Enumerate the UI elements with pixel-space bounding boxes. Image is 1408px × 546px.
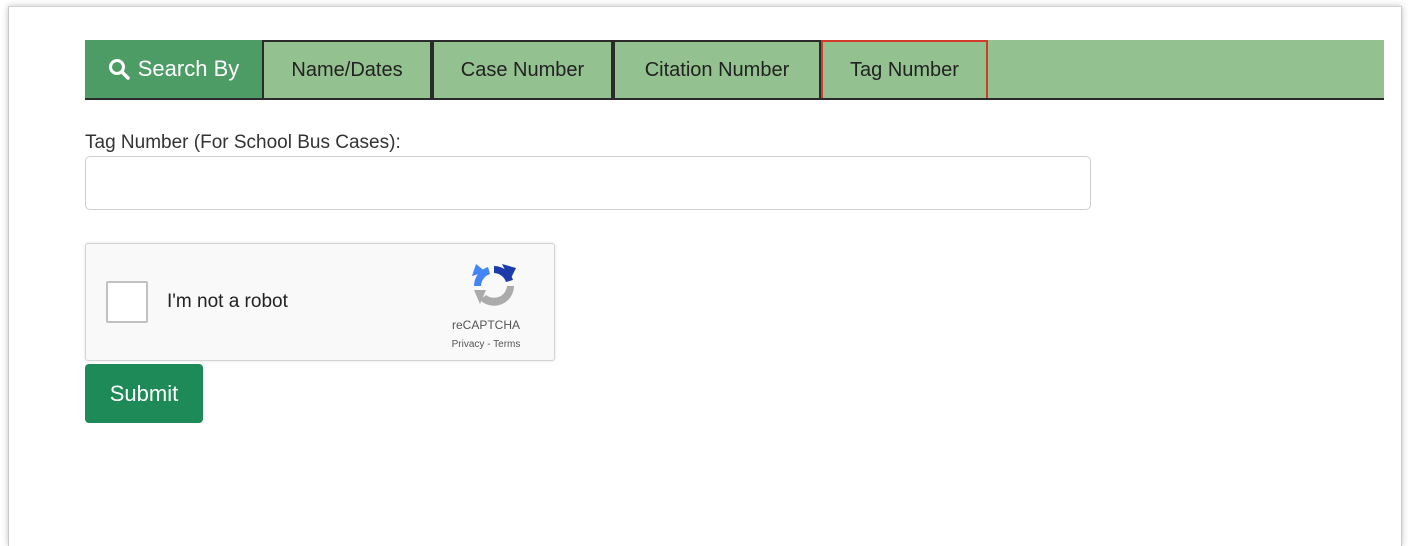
- search-tab-bar: Search By Name/Dates Case Number Citatio…: [85, 40, 1384, 100]
- recaptcha-widget: I'm not a robot reCAPTCHA Privacy - Term…: [85, 243, 555, 361]
- tab-label: Case Number: [460, 58, 585, 81]
- recaptcha-brand: reCAPTCHA: [451, 318, 520, 332]
- tab-citation-number[interactable]: Citation Number: [613, 40, 821, 98]
- tag-number-label: Tag Number (For School Bus Cases):: [85, 132, 401, 153]
- recaptcha-links: Privacy - Terms: [424, 339, 548, 350]
- recaptcha-label: I'm not a robot: [167, 291, 288, 312]
- submit-button[interactable]: Submit: [85, 364, 203, 423]
- tab-label: Citation Number: [644, 58, 790, 81]
- tab-tag-number[interactable]: Tag Number: [821, 40, 988, 98]
- terms-link[interactable]: Terms: [493, 339, 520, 350]
- recaptcha-logo-icon: [472, 264, 516, 306]
- recaptcha-checkbox[interactable]: [106, 281, 148, 323]
- tab-label: Name/Dates: [291, 58, 403, 81]
- search-by-header: Search By: [85, 40, 262, 98]
- search-by-label: Search By: [137, 56, 240, 81]
- link-separator: -: [484, 339, 494, 350]
- tab-label: Tag Number: [850, 58, 959, 81]
- tab-case-number[interactable]: Case Number: [432, 40, 613, 98]
- privacy-link[interactable]: Privacy: [452, 339, 485, 350]
- tab-name-dates[interactable]: Name/Dates: [262, 40, 432, 98]
- tag-number-input[interactable]: [85, 156, 1091, 210]
- search-icon: [108, 59, 130, 80]
